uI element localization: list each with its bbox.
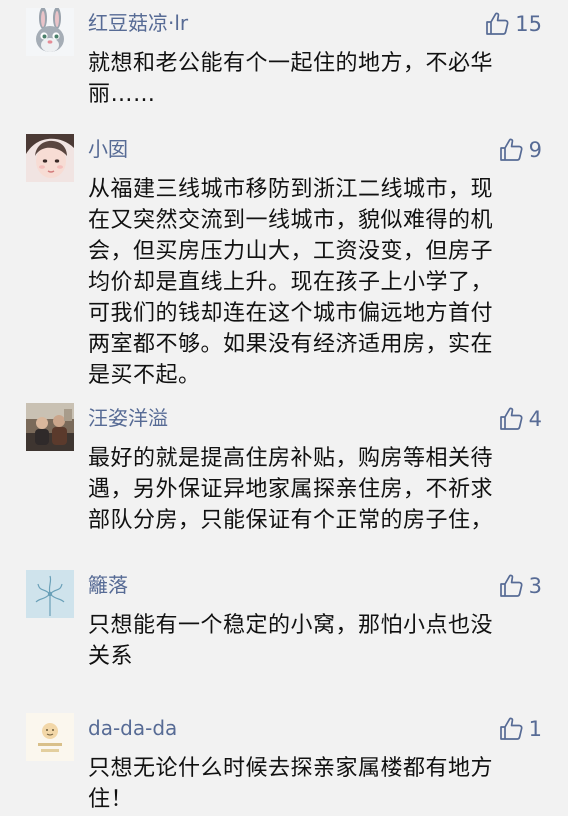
rabbit-avatar-icon[interactable] [26,8,74,56]
people-photo-avatar-icon[interactable] [26,403,74,451]
like-count: 1 [528,717,542,741]
flower-sketch-avatar-icon[interactable] [26,570,74,618]
comment-text: 从福建三线城市移防到浙江二线城市，现 在又突然交流到一线城市，貌似难得的机 会，… [88,174,548,391]
thumbs-up-icon [499,717,523,740]
comment-author[interactable]: 红豆菇凉·lr [88,9,188,37]
comment-line: 部队分房，只能保证有个正常的房子住， [88,508,494,533]
comment-line: 从福建三线城市移防到浙江二线城市，现 [88,177,494,202]
like-button[interactable]: 15 [484,10,542,38]
girl-avatar-icon[interactable] [26,134,74,182]
comment-text: 只想无论什么时候去探亲家属楼都有地方 住！ [88,753,548,815]
comment-line: 丽…… [88,82,156,107]
cartoon-avatar-icon[interactable] [26,713,74,761]
comment-text: 只想能有一个稳定的小窝，那怕小点也没 关系 [88,610,548,672]
like-button[interactable]: 1 [498,715,542,743]
thumbs-up-icon [499,407,523,430]
comment-line: 可我们的钱却连在这个城市偏远地方首付 [88,301,494,326]
comment-author[interactable]: 籬落 [88,571,128,599]
comment-line: 是买不起。 [88,363,201,388]
comment-line: 关系 [88,644,134,669]
comment-author[interactable]: 小囡 [88,135,128,163]
comment-line: 两室都不够。如果没有经济适用房，实在 [88,332,494,357]
comment-text: 就想和老公能有个一起住的地方，不必华 丽…… [88,48,548,110]
comment-line: 在又突然交流到一线城市，貌似难得的机 [88,208,494,233]
comment-line: 会，但买房压力山大，工资没变，但房子 [88,239,494,264]
like-count: 9 [528,138,542,162]
comment-line: 只想能有一个稳定的小窝，那怕小点也没 [88,613,494,638]
like-count: 3 [528,574,542,598]
like-button[interactable]: 4 [498,405,542,433]
comment-line: 遇，另外保证异地家属探亲住房，不祈求 [88,477,494,502]
thumbs-up-icon [499,138,523,161]
thumbs-up-icon [486,12,509,35]
like-button[interactable]: 9 [498,136,542,164]
like-count: 4 [528,407,542,431]
comment-list: 红豆菇凉·lr 15 就想和老公能有个一起住的地方，不必华 丽…… 小囡 9 从… [0,0,568,816]
comment-line: 均价却是直线上升。现在孩子上小学了， [88,270,494,295]
thumbs-up-icon [499,574,523,597]
comment-line: 只想无论什么时候去探亲家属楼都有地方 [88,756,494,781]
comment-author[interactable]: 汪姿洋溢 [88,404,168,432]
like-button[interactable]: 3 [498,572,542,600]
comment-author[interactable]: da-da-da [88,714,177,742]
comment-line: 住！ [88,787,134,812]
comment-line: 就想和老公能有个一起住的地方，不必华 [88,51,494,76]
comment-line: 最好的就是提高住房补贴，购房等相关待 [88,446,494,471]
like-count: 15 [515,12,542,36]
comment-text: 最好的就是提高住房补贴，购房等相关待 遇，另外保证异地家属探亲住房，不祈求 部队… [88,443,548,536]
